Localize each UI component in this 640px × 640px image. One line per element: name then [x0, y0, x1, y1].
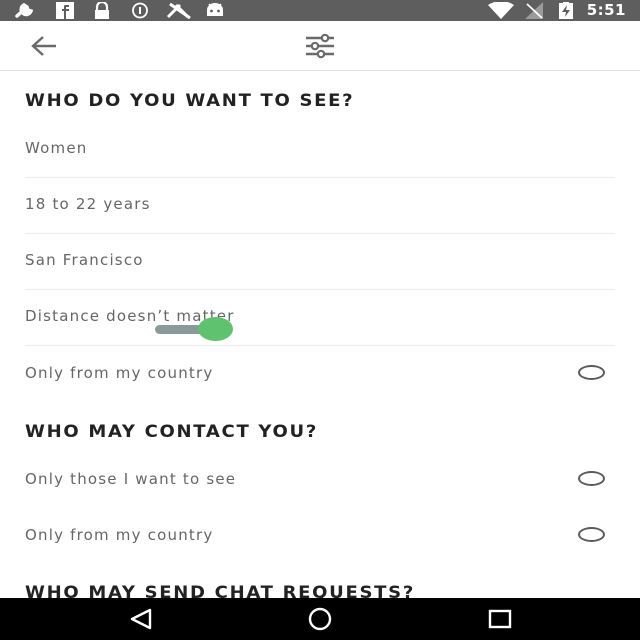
- contact-only-those-label: Only those I want to see: [25, 470, 237, 488]
- contact-only-those-radio[interactable]: [578, 471, 605, 486]
- settings-content[interactable]: WHO DO YOU WANT TO SEE? Women 18 to 22 y…: [0, 71, 640, 598]
- section-title-who-to-see: WHO DO YOU WANT TO SEE?: [25, 91, 355, 111]
- gender-row[interactable]: Women: [25, 121, 615, 178]
- contact-only-those-row[interactable]: Only those I want to see: [25, 452, 615, 508]
- see-only-country-radio[interactable]: [578, 365, 605, 380]
- contact-only-country-radio[interactable]: [578, 527, 605, 542]
- age-value: 18 to 22 years: [25, 195, 151, 213]
- no-wifi-tools-icon: [166, 2, 191, 19]
- back-triangle-icon[interactable]: [126, 607, 156, 631]
- sliders-icon: [306, 33, 334, 59]
- section-title-chat-requests: WHO MAY SEND CHAT REQUESTS?: [25, 583, 415, 598]
- recents-square-icon[interactable]: [485, 607, 515, 631]
- back-arrow-icon[interactable]: [28, 33, 60, 59]
- location-value: San Francisco: [25, 251, 144, 269]
- status-time: 5:51: [586, 1, 626, 19]
- location-row[interactable]: San Francisco: [25, 233, 615, 290]
- wifi-icon: [488, 2, 514, 19]
- contact-only-country-label: Only from my country: [25, 526, 214, 544]
- android-icon: [207, 3, 223, 16]
- distance-row[interactable]: Distance doesn’t matter: [25, 289, 615, 346]
- contact-only-country-row[interactable]: Only from my country: [25, 508, 615, 564]
- see-only-country-row[interactable]: Only from my country: [25, 346, 615, 402]
- see-only-country-label: Only from my country: [25, 364, 214, 382]
- status-bar: 5:51: [0, 0, 640, 21]
- lock-icon: [95, 2, 109, 19]
- info-circle-icon: [132, 2, 148, 19]
- wrench-icon: [15, 2, 34, 18]
- slider-thumb[interactable]: [198, 317, 233, 341]
- battery-charging-icon: [559, 2, 573, 19]
- navigation-bar: [0, 598, 640, 640]
- facebook-icon: [56, 2, 74, 19]
- gender-value: Women: [25, 139, 88, 157]
- home-circle-icon[interactable]: [305, 607, 335, 631]
- no-signal-icon: [525, 2, 543, 19]
- age-row[interactable]: 18 to 22 years: [25, 177, 615, 234]
- section-title-who-may-contact: WHO MAY CONTACT YOU?: [25, 422, 319, 442]
- toolbar: [0, 21, 640, 71]
- distance-slider[interactable]: [155, 317, 235, 341]
